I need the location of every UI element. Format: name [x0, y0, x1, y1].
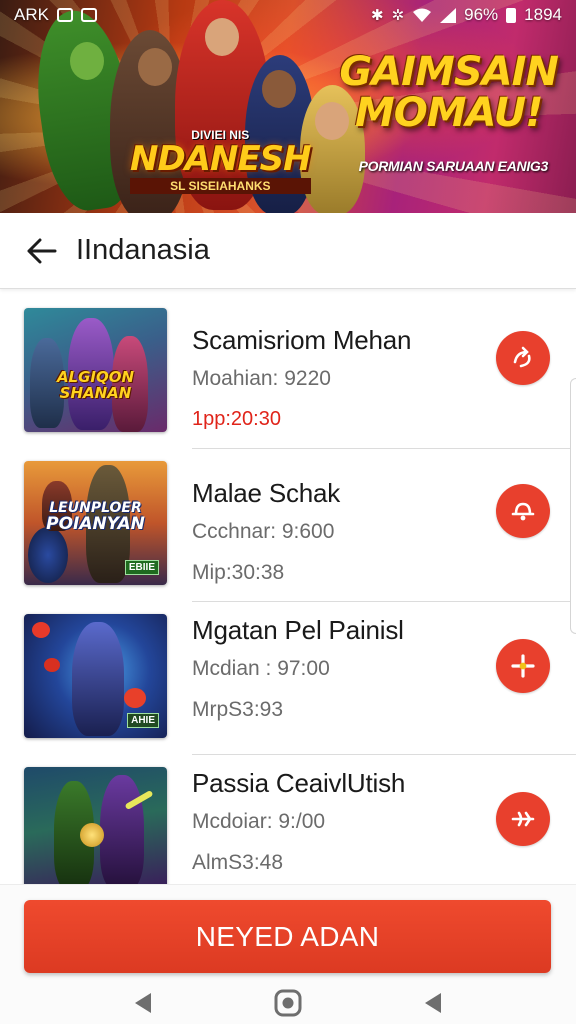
thumb-character: [100, 775, 144, 884]
wifi-icon: [413, 8, 432, 22]
battery-icon: [506, 7, 517, 23]
status-bar: ARK ✱ ✲ 96% 1894: [0, 0, 576, 30]
system-nav-bar: [0, 980, 576, 1024]
arrow-left-icon: [27, 238, 57, 263]
battery-percent: 96%: [464, 5, 499, 24]
share-arrows-icon: [513, 346, 531, 368]
list-item[interactable]: Passia CeaivlUtish Mcdoiar: 9:/00 AlmS3:…: [0, 755, 576, 884]
promo-subtitle: PORMIAN SARUAAN EANIG3: [358, 158, 549, 174]
game-action-button[interactable]: [496, 639, 550, 693]
thumb-creature: [32, 622, 50, 638]
game-time: MrpS3:93: [192, 698, 284, 721]
game-list[interactable]: ALGIQON SHANAN Scamisriom Mehan Moahian:…: [0, 296, 576, 884]
game-thumbnail[interactable]: ALGIQON SHANAN: [24, 308, 167, 432]
carrier-label: ARK: [14, 5, 49, 24]
page-title: IIndanasia: [76, 234, 210, 266]
thumb-badge: EBIIE: [124, 560, 159, 575]
game-title[interactable]: Scamisriom Mehan: [192, 325, 412, 356]
game-thumbnail[interactable]: AHIE: [24, 614, 167, 738]
primary-cta-button[interactable]: NEYED ADAN: [24, 900, 551, 973]
game-time: AlmS3:48: [192, 851, 284, 874]
nav-home-button[interactable]: [273, 988, 303, 1018]
game-subtitle: Mcdian : 97:00: [192, 657, 330, 680]
back-triangle-icon: [425, 993, 441, 1013]
thumb-orb: [80, 823, 104, 847]
nav-back-button[interactable]: [128, 988, 158, 1018]
thumb-title: LEUNPLOER POIANYAN: [24, 501, 167, 534]
thumb-character: [72, 622, 124, 736]
game-time: 1pp:20:30: [192, 408, 281, 430]
promo-title-line1: GAIMSAIN: [339, 49, 559, 95]
page-header: IIndanasia: [0, 213, 576, 289]
thumb-title-line2: POIANYAN: [46, 513, 145, 534]
thumb-badge: AHIE: [127, 713, 159, 728]
game-title[interactable]: Malae Schak: [192, 478, 340, 509]
thumb-title-line2: SHANAN: [59, 383, 132, 402]
signal-icon: [440, 7, 457, 23]
home-icon: [274, 989, 302, 1017]
game-action-button[interactable]: [496, 484, 550, 538]
hero-banner[interactable]: ARK ✱ ✲ 96% 1894 DIVIEI NIS NDANESH SL S…: [0, 0, 576, 213]
back-triangle-icon: [135, 993, 151, 1013]
bell-icon: [511, 502, 535, 521]
nav-recents-button[interactable]: [418, 988, 448, 1018]
banner-face: [70, 42, 104, 80]
thumb-title: ALGIQON SHANAN: [24, 369, 167, 402]
plus-icon: [511, 654, 535, 678]
game-action-button[interactable]: [496, 792, 550, 846]
promo-title-line2: MOMAU!: [354, 89, 543, 136]
thumb-character: [28, 527, 68, 583]
promo-title: GAIMSAIN MOMAU!: [339, 49, 559, 136]
clock: 1894: [524, 5, 562, 24]
game-thumbnail[interactable]: [24, 767, 167, 884]
bluetooth-icon: ✱: [370, 7, 384, 24]
share-arrows-icon: [511, 811, 535, 827]
thumb-creature: [44, 658, 60, 672]
notification-icon: [56, 8, 73, 22]
banner-face: [138, 48, 172, 86]
banner-game-logo: DIVIEI NIS NDANESH SL SISEIAHANKS: [130, 128, 312, 194]
game-logo-title: NDANESH: [130, 139, 312, 179]
banner-face: [262, 70, 296, 108]
game-subtitle: Mcdoiar: 9:/00: [192, 810, 326, 833]
thumb-creature: [124, 688, 146, 708]
list-item[interactable]: LEUNPLOER POIANYAN EBIIE Malae Schak Ccc…: [0, 449, 576, 602]
vibrate-icon: ✲: [391, 7, 405, 24]
back-button[interactable]: [24, 233, 60, 269]
game-subtitle: Ccchnar: 9:600: [192, 520, 335, 543]
game-subtitle: Moahian: 9220: [192, 367, 331, 390]
game-logo-bottom: SL SISEIAHANKS: [130, 178, 311, 194]
game-action-button[interactable]: [496, 331, 550, 385]
game-title[interactable]: Mgatan Pel Painisl: [192, 615, 404, 646]
scroll-indicator[interactable]: [570, 378, 576, 634]
game-time: Mip:30:38: [192, 561, 285, 584]
notification-icon: [80, 8, 97, 22]
game-thumbnail[interactable]: LEUNPLOER POIANYAN EBIIE: [24, 461, 167, 585]
list-item[interactable]: ALGIQON SHANAN Scamisriom Mehan Moahian:…: [0, 296, 576, 449]
list-item[interactable]: AHIE Mgatan Pel Painisl Mcdian : 97:00 M…: [0, 602, 576, 755]
game-title[interactable]: Passia CeaivlUtish: [192, 768, 405, 799]
